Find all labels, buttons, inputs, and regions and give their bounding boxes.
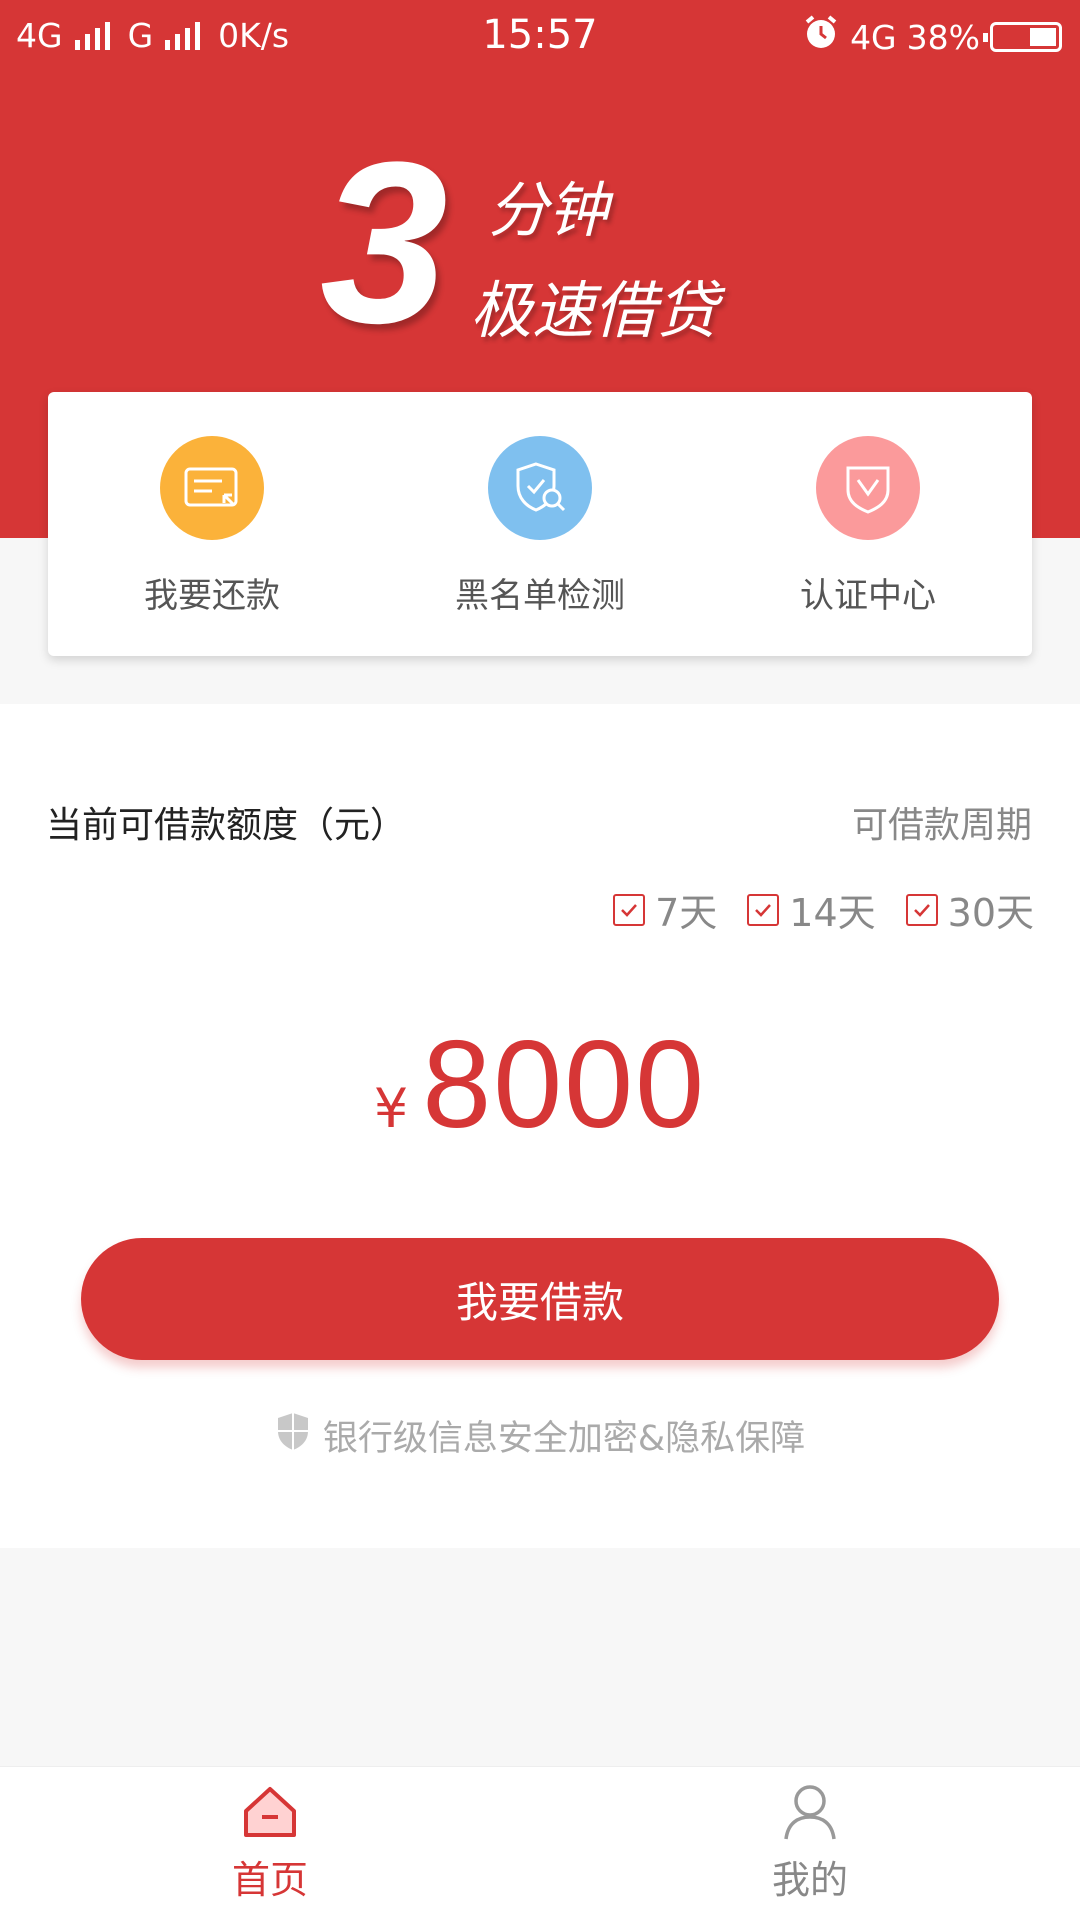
period-options: 7天 14天 30天 [613, 882, 1034, 937]
battery-icon [983, 22, 1062, 52]
user-icon [778, 1781, 842, 1845]
alarm-icon [802, 14, 840, 60]
checkbox-icon [905, 893, 938, 926]
tab-home[interactable]: 首页 [0, 1767, 540, 1920]
quota-title: 当前可借款额度（元） [46, 805, 407, 846]
status-bar: 4G G 0K/s 15:57 4G 38% [0, 0, 1080, 74]
hero-line-2: 极速借贷 [470, 274, 719, 347]
network-label-3: 4G [850, 17, 897, 57]
currency-symbol: ¥ [373, 1077, 409, 1140]
tab-mine[interactable]: 我的 [540, 1767, 1080, 1920]
checkbox-icon [747, 893, 780, 926]
checkbox-icon [613, 893, 646, 926]
loan-panel: 当前可借款额度（元） 可借款周期 7天 14天 30天 ¥ 8000 我要借款 … [0, 704, 1080, 1548]
hero-banner: 3 分钟 极速借贷 [320, 128, 780, 358]
shield-search-icon [488, 436, 592, 540]
period-label: 30天 [947, 891, 1034, 935]
tab-home-label: 首页 [231, 1858, 308, 1902]
period-option-7[interactable]: 7天 [613, 882, 717, 937]
repay-label: 我要还款 [144, 576, 280, 616]
security-note: 银行级信息安全加密&隐私保障 [0, 1410, 1080, 1461]
period-option-30[interactable]: 30天 [905, 882, 1034, 937]
hero-number: 3 [320, 114, 448, 371]
repay-action[interactable]: 我要还款 [48, 392, 376, 656]
amount-value: 8000 [422, 1016, 707, 1154]
battery-percent: 38% [906, 17, 980, 57]
shield-check-icon [816, 436, 920, 540]
period-option-14[interactable]: 14天 [747, 882, 876, 937]
blacklist-check-label: 黑名单检测 [455, 576, 625, 616]
blacklist-check-action[interactable]: 黑名单检测 [376, 392, 704, 656]
period-label: 7天 [655, 891, 718, 935]
certification-center-action[interactable]: 认证中心 [704, 392, 1032, 656]
period-label: 14天 [789, 891, 876, 935]
home-icon [238, 1781, 302, 1845]
credit-card-icon [160, 436, 264, 540]
security-text: 银行级信息安全加密&隐私保障 [322, 1419, 806, 1459]
period-title: 可借款周期 [851, 805, 1032, 846]
borrow-button[interactable]: 我要借款 [81, 1238, 999, 1360]
security-shield-icon [275, 1411, 311, 1460]
tab-mine-label: 我的 [771, 1858, 848, 1902]
quick-actions-card: 我要还款 黑名单检测 认证中心 [48, 392, 1032, 656]
loan-amount: ¥ 8000 [0, 1014, 1080, 1156]
bottom-tab-bar: 首页 我的 [0, 1766, 1080, 1920]
hero-line-1: 分钟 [488, 176, 608, 246]
certification-center-label: 认证中心 [800, 576, 936, 616]
